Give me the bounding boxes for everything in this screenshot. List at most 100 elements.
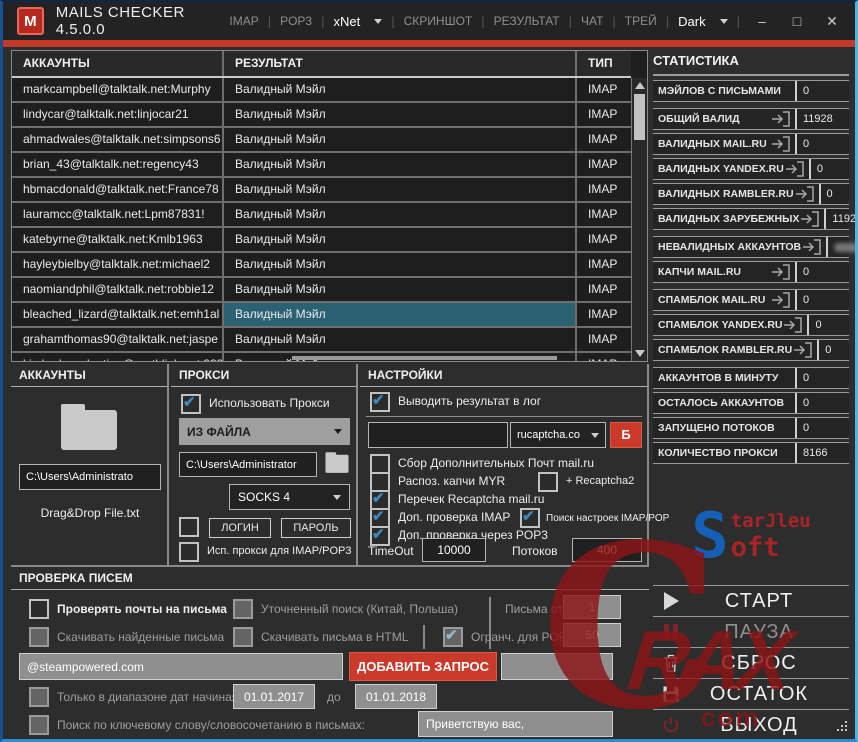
reset-button[interactable]: СБРОС bbox=[653, 647, 849, 678]
browse-folder-icon[interactable] bbox=[323, 450, 351, 476]
stat-label: НЕВАЛИДНЫХ АККАУНТОВ bbox=[653, 241, 801, 253]
menu-pop3[interactable]: POP3 bbox=[280, 14, 312, 28]
export-arrow-icon[interactable] bbox=[794, 186, 816, 202]
table-row[interactable]: katebyrne@talktalk.net:Kmlb1963Валидный … bbox=[12, 228, 631, 253]
date-to-input[interactable] bbox=[355, 684, 437, 709]
column-header-type[interactable]: ТИП bbox=[577, 51, 631, 76]
stat-value: 0 bbox=[795, 290, 849, 310]
check-mail-checkbox[interactable] bbox=[29, 599, 49, 619]
balance-button[interactable]: Б bbox=[610, 422, 642, 448]
minimize-button[interactable]: – bbox=[749, 13, 775, 29]
letters-from-input[interactable] bbox=[563, 595, 621, 619]
query-list-box[interactable] bbox=[501, 653, 613, 680]
export-arrow-icon[interactable] bbox=[770, 111, 792, 127]
start-label: СТАРТ bbox=[689, 590, 829, 613]
cell-account: lindycar@talktalk.net:linjocar21 bbox=[12, 103, 224, 126]
export-arrow-icon[interactable] bbox=[770, 136, 792, 152]
keyword-search-checkbox[interactable] bbox=[29, 715, 49, 735]
recaptcha2-checkbox[interactable] bbox=[538, 472, 558, 492]
timeout-input[interactable] bbox=[422, 538, 486, 562]
pop3-limit-input[interactable] bbox=[563, 623, 621, 647]
stat-value: 0 bbox=[795, 393, 849, 413]
captcha-service-dropdown[interactable]: rucaptcha.co bbox=[510, 422, 606, 448]
login-button[interactable]: ЛОГИН bbox=[209, 518, 271, 538]
stat-label: КАПЧИ MAIL.RU bbox=[653, 266, 770, 278]
scroll-down-icon[interactable] bbox=[635, 350, 645, 357]
remainder-button[interactable]: ОСТАТОК bbox=[653, 678, 849, 709]
password-button[interactable]: ПАРОЛЬ bbox=[281, 518, 351, 538]
threads-input[interactable] bbox=[572, 538, 642, 562]
table-row[interactable]: hbmacdonald@talktalk.net:France78Валидны… bbox=[12, 178, 631, 203]
stats-group: СПАМБЛОК MAIL.RU 0 СПАМБЛОК YANDEX.RU 0 … bbox=[653, 289, 849, 361]
pop3-check-checkbox[interactable] bbox=[370, 526, 390, 546]
cell-result: Валидный Мэйл bbox=[224, 153, 577, 176]
table-row[interactable]: hayleybielby@talktalk.net:michael2Валидн… bbox=[12, 253, 631, 278]
brand-logo: S tarJleu oft bbox=[653, 492, 849, 580]
scrollbar-thumb[interactable] bbox=[634, 94, 645, 140]
folder-icon[interactable] bbox=[55, 400, 123, 454]
export-arrow-icon[interactable] bbox=[784, 161, 806, 177]
horizontal-scrollbar-thumb[interactable] bbox=[292, 356, 557, 360]
menu-screenshot[interactable]: СКРИНШОТ bbox=[404, 14, 473, 28]
log-output-checkbox[interactable] bbox=[370, 392, 390, 412]
menu-separator: | bbox=[268, 14, 271, 29]
date-from-input[interactable] bbox=[233, 684, 315, 709]
export-arrow-icon[interactable] bbox=[799, 211, 821, 227]
export-arrow-icon[interactable] bbox=[792, 342, 814, 358]
download-html-checkbox[interactable] bbox=[233, 627, 253, 647]
export-arrow-icon[interactable] bbox=[801, 239, 823, 255]
start-button[interactable]: СТАРТ bbox=[653, 585, 849, 616]
mail-check-panel: ПРОВЕРКА ПИСЕМ Проверять почты на письма… bbox=[11, 565, 649, 739]
collect-extra-mail-checkbox[interactable] bbox=[370, 454, 390, 474]
download-found-checkbox[interactable] bbox=[29, 627, 49, 647]
table-row[interactable]: lauramcc@talktalk.net:Lpm87831!Валидный … bbox=[12, 203, 631, 228]
pause-icon bbox=[653, 624, 689, 640]
stat-label: СПАМБЛОК MAIL.RU bbox=[653, 294, 770, 306]
use-proxy-checkbox[interactable] bbox=[181, 394, 201, 414]
captcha-key-input[interactable] bbox=[368, 422, 508, 448]
table-row[interactable]: naomiandphil@talktalk.net:robbie12Валидн… bbox=[12, 278, 631, 303]
stat-value: 0 bbox=[807, 315, 858, 335]
proxy-source-dropdown[interactable]: ИЗ ФАЙЛА bbox=[179, 418, 350, 445]
menu-chat[interactable]: ЧАТ bbox=[581, 14, 603, 28]
vertical-scrollbar[interactable] bbox=[631, 78, 647, 361]
resize-grip[interactable] bbox=[845, 729, 847, 731]
table-row[interactable]: ahmadwales@talktalk.net:simpsons6Валидны… bbox=[12, 128, 631, 153]
menu-tray[interactable]: ТРЕЙ bbox=[625, 14, 657, 28]
menu-result[interactable]: РЕЗУЛЬТАТ bbox=[494, 14, 560, 28]
accounts-path-input[interactable] bbox=[19, 464, 161, 490]
maximize-button[interactable]: □ bbox=[784, 13, 810, 29]
export-arrow-icon[interactable] bbox=[782, 317, 804, 333]
proxy-path-input[interactable] bbox=[179, 452, 317, 477]
table-row[interactable]: brian_43@talktalk.net:regency43Валидный … bbox=[12, 153, 631, 178]
table-row-selected[interactable]: bleached_lizard@talktalk.net:emh1alВалид… bbox=[12, 303, 631, 328]
close-button[interactable]: ✕ bbox=[819, 13, 845, 30]
proxy-auth-checkbox[interactable] bbox=[179, 517, 199, 537]
table-row[interactable]: markcampbell@talktalk.net:MurphyВалидный… bbox=[12, 78, 631, 103]
query-input[interactable] bbox=[19, 653, 343, 680]
proxy-imap-pop3-checkbox[interactable] bbox=[179, 542, 199, 562]
proxy-type-dropdown[interactable]: SOCKS 4 bbox=[229, 484, 350, 510]
collect-extra-mail-label: Сбор Дополнительных Почт mail.ru bbox=[398, 456, 594, 470]
table-row[interactable]: lindycar@talktalk.net:linjocar21Валидный… bbox=[12, 103, 631, 128]
refined-search-checkbox[interactable] bbox=[233, 599, 253, 619]
menu-imap[interactable]: IMAP bbox=[229, 14, 258, 28]
add-query-button[interactable]: ДОБАВИТЬ ЗАПРОС bbox=[349, 652, 497, 681]
table-row[interactable]: grahamthomas90@talktalk.net:jaspeВалидны… bbox=[12, 328, 631, 353]
brand-top-text: tarJleu bbox=[731, 512, 811, 531]
cell-result: Валидный Мэйл bbox=[224, 178, 577, 201]
keyword-input[interactable] bbox=[418, 711, 613, 737]
pop3-limit-checkbox[interactable] bbox=[443, 627, 463, 647]
column-header-accounts[interactable]: АККАУНТЫ bbox=[12, 51, 224, 76]
pause-button[interactable]: ПАУЗА bbox=[653, 616, 849, 647]
imap-settings-search-checkbox[interactable] bbox=[520, 508, 540, 528]
scroll-up-icon[interactable] bbox=[635, 82, 645, 89]
exit-button[interactable]: ВЫХОД bbox=[653, 709, 849, 740]
export-arrow-icon[interactable] bbox=[770, 264, 792, 280]
column-header-result[interactable]: РЕЗУЛЬТАТ bbox=[224, 51, 577, 76]
cell-account: hayleybielby@talktalk.net:michael2 bbox=[12, 253, 224, 276]
export-arrow-icon[interactable] bbox=[770, 292, 792, 308]
theme-selector[interactable]: Dark bbox=[678, 14, 705, 29]
menu-xnet-dropdown[interactable]: xNet bbox=[334, 14, 361, 29]
date-range-checkbox[interactable] bbox=[29, 687, 49, 707]
